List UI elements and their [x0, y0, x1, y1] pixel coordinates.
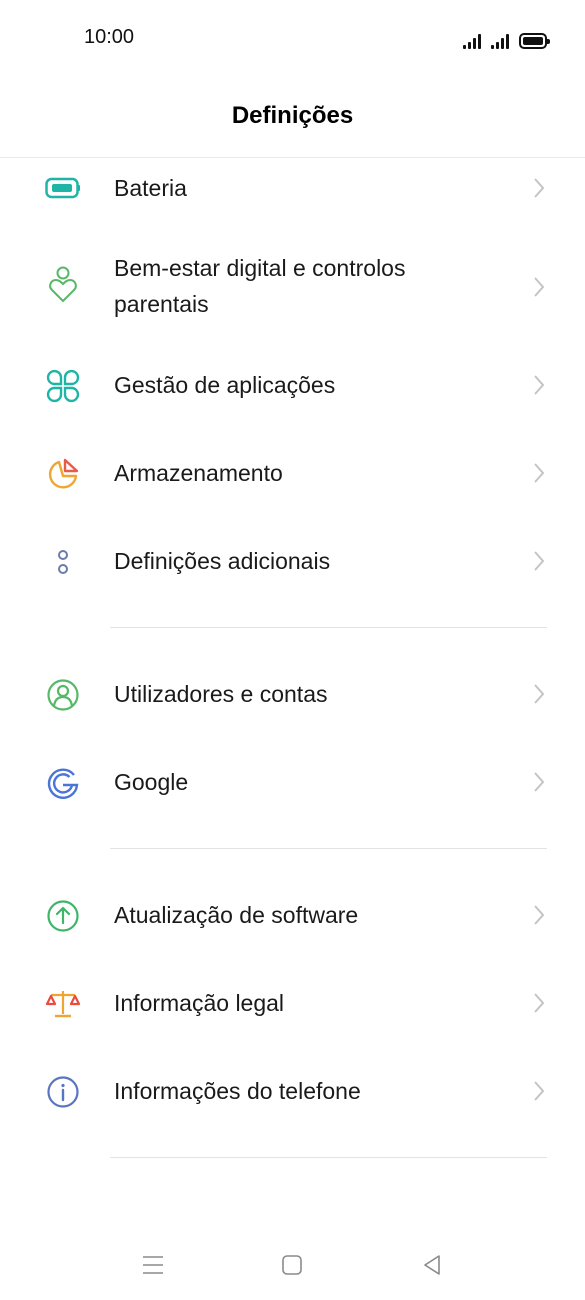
settings-item-legal-info[interactable]: Informação legal: [0, 974, 585, 1034]
settings-item-app-management[interactable]: Gestão de aplicações: [0, 356, 585, 416]
settings-item-digital-wellbeing[interactable]: Bem-estar digital e controlos parentais: [0, 246, 585, 326]
chevron-right-icon: [534, 551, 545, 571]
settings-item-label: Bateria: [114, 175, 187, 201]
settings-item-label: Bem-estar digital e controlos parentais: [114, 250, 514, 322]
settings-item-label: Google: [114, 769, 189, 795]
settings-item-label: Utilizadores e contas: [114, 681, 328, 707]
chevron-right-icon: [534, 375, 545, 395]
status-bar: 10:00: [0, 0, 585, 76]
users-accounts-icon: [44, 676, 82, 714]
settings-item-storage[interactable]: Armazenamento: [0, 444, 585, 504]
section-divider: [110, 627, 547, 628]
battery-icon: [519, 33, 550, 49]
chevron-right-icon: [534, 178, 545, 198]
phone-info-icon: [44, 1073, 82, 1111]
settings-item-label: Armazenamento: [114, 460, 283, 486]
settings-item-label: Atualização de software: [114, 902, 359, 928]
chevron-right-icon: [534, 905, 545, 925]
digital-wellbeing-icon: [44, 266, 82, 304]
navigation-bar: [0, 1230, 585, 1300]
settings-item-battery[interactable]: Bateria: [0, 158, 585, 218]
settings-item-label: Definições adicionais: [114, 548, 331, 574]
chevron-right-icon: [534, 1081, 545, 1101]
page-title: Definições: [231, 102, 354, 129]
chevron-right-icon: [534, 277, 545, 297]
settings-item-google[interactable]: Google: [0, 753, 585, 813]
chevron-right-icon: [534, 772, 545, 792]
chevron-right-icon: [534, 684, 545, 704]
legal-info-icon: [44, 985, 82, 1023]
settings-item-label-line: parentais: [114, 291, 209, 317]
settings-item-label: Informação legal: [114, 990, 285, 1016]
settings-item-software-update[interactable]: Atualização de software: [0, 886, 585, 946]
title-bar: Definições: [0, 76, 585, 158]
battery-icon: [44, 169, 82, 207]
status-icons: [463, 27, 550, 49]
app-management-icon: [44, 367, 82, 405]
signal-icon: [463, 33, 481, 49]
menu-icon[interactable]: [138, 1250, 168, 1280]
settings-item-users-accounts[interactable]: Utilizadores e contas: [0, 665, 585, 725]
settings-item-phone-info[interactable]: Informações do telefone: [0, 1062, 585, 1122]
software-update-icon: [44, 897, 82, 935]
google-icon: [44, 764, 82, 802]
signal-icon: [491, 33, 509, 49]
settings-item-label: Informações do telefone: [114, 1078, 361, 1104]
chevron-right-icon: [534, 463, 545, 483]
section-divider: [110, 1157, 547, 1158]
settings-item-label-line: Bem-estar digital e controlos: [114, 255, 406, 281]
settings-item-label: Gestão de aplicações: [114, 372, 336, 398]
section-divider: [110, 848, 547, 849]
additional-settings-icon: [44, 543, 82, 581]
back-icon[interactable]: [417, 1250, 447, 1280]
status-time: 10:00: [84, 26, 135, 48]
chevron-right-icon: [534, 993, 545, 1013]
home-icon[interactable]: [277, 1250, 307, 1280]
storage-icon: [44, 455, 82, 493]
settings-item-additional-settings[interactable]: Definições adicionais: [0, 532, 585, 592]
